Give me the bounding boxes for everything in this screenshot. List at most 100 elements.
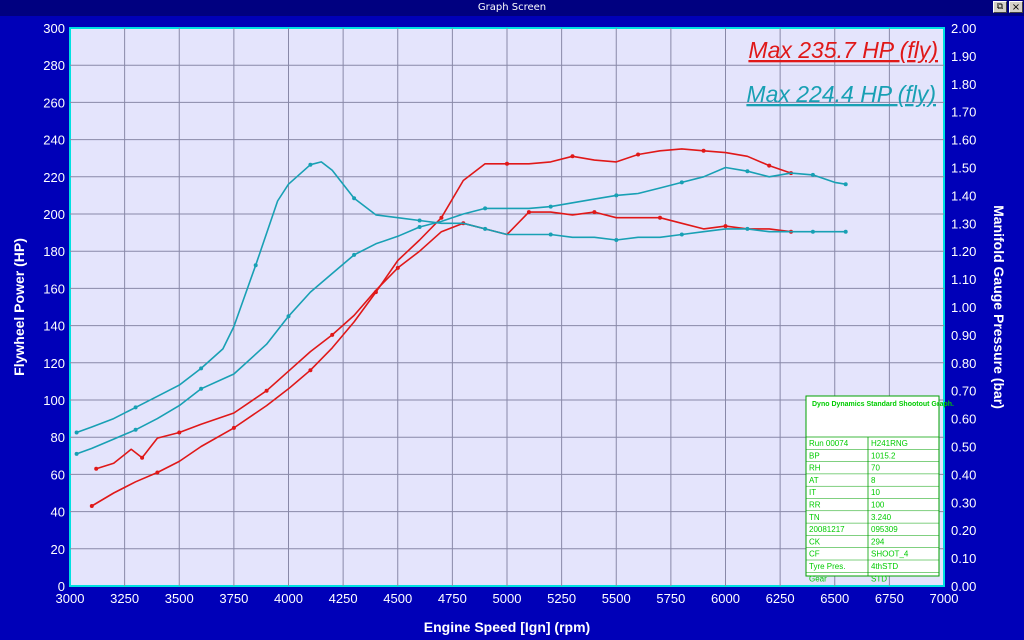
- info-value: 3.240: [871, 513, 892, 522]
- series-point: [308, 368, 313, 373]
- y-tick-label: 240: [43, 133, 65, 148]
- y2-tick-label: 0.20: [951, 523, 976, 538]
- series-point: [548, 232, 553, 237]
- series-point: [140, 455, 145, 460]
- y-tick-label: 220: [43, 170, 65, 185]
- series-point: [592, 210, 597, 215]
- series-point: [548, 204, 553, 209]
- y2-tick-label: 1.30: [951, 216, 976, 231]
- info-key: Tyre Pres.: [809, 562, 845, 571]
- y2-tick-label: 0.60: [951, 412, 976, 427]
- info-value: 10: [871, 488, 880, 497]
- y-tick-label: 60: [51, 467, 65, 482]
- series-point: [417, 225, 422, 229]
- series-point: [701, 148, 706, 153]
- info-value: 100: [871, 501, 885, 510]
- y2-tick-label: 1.70: [951, 105, 976, 120]
- series-point: [843, 229, 848, 234]
- series-point: [417, 218, 422, 223]
- y-tick-label: 0: [58, 579, 65, 594]
- info-key: AT: [809, 476, 819, 485]
- series-point: [745, 226, 750, 231]
- info-value: STD: [871, 574, 887, 583]
- series-point: [658, 215, 662, 220]
- series-point: [439, 215, 444, 220]
- info-key: IT: [809, 488, 816, 497]
- y-tick-label: 140: [43, 319, 65, 334]
- info-value: 095309: [871, 525, 898, 534]
- y-tick-label: 120: [43, 356, 65, 371]
- x-tick-label: 3750: [219, 591, 248, 606]
- x-tick-label: 3250: [110, 591, 139, 606]
- x-tick-label: 6000: [711, 591, 740, 606]
- series-point: [133, 427, 138, 432]
- series-point: [810, 172, 815, 177]
- y-tick-label: 180: [43, 244, 65, 259]
- y-axis-label: Flywheel Power (HP): [11, 238, 27, 376]
- x-tick-label: 4250: [329, 591, 358, 606]
- series-point: [505, 161, 509, 166]
- series-point: [199, 366, 204, 371]
- x-tick-label: 5500: [602, 591, 631, 606]
- y-tick-label: 160: [43, 281, 65, 296]
- series-point: [843, 182, 848, 187]
- x-axis-label: Engine Speed [Ign] (rpm): [424, 619, 590, 635]
- series-point: [264, 388, 269, 393]
- series-point: [352, 252, 357, 257]
- series-point: [636, 152, 641, 157]
- series-point: [614, 238, 619, 242]
- y2-tick-label: 1.40: [951, 188, 976, 203]
- series-point: [723, 224, 728, 229]
- series-point: [767, 163, 772, 168]
- info-key: Gear: [809, 574, 827, 583]
- y2-tick-label: 0.10: [951, 551, 976, 566]
- series-point: [231, 425, 236, 430]
- series-point: [155, 470, 160, 475]
- x-tick-label: 3500: [165, 591, 194, 606]
- info-key: CF: [809, 550, 820, 559]
- series-point: [199, 386, 204, 391]
- series-point: [614, 193, 619, 198]
- max-teal-annotation: Max 224.4 HP (fly): [746, 81, 936, 107]
- x-tick-label: 5750: [656, 591, 685, 606]
- series-point: [352, 196, 357, 201]
- x-tick-label: 4000: [274, 591, 303, 606]
- info-box: Dyno Dynamics Standard Shootout Graph. R…: [805, 395, 954, 583]
- y2-tick-label: 1.90: [951, 49, 976, 64]
- series-point: [810, 229, 815, 234]
- info-key: RR: [809, 501, 821, 510]
- series-point: [395, 265, 400, 270]
- series-point: [526, 210, 531, 215]
- info-key: CK: [809, 537, 821, 546]
- y2-tick-label: 0.40: [951, 467, 976, 482]
- y2-tick-label: 0.50: [951, 440, 976, 455]
- series-point: [483, 226, 488, 231]
- series-point: [745, 169, 750, 174]
- info-value: 4thSTD: [871, 562, 898, 571]
- series-point: [133, 405, 138, 410]
- series-point: [308, 162, 313, 167]
- series-point: [94, 466, 99, 471]
- max-red-annotation: Max 235.7 HP (fly): [748, 37, 938, 63]
- x-tick-label: 4500: [383, 591, 412, 606]
- y2-tick-label: 1.20: [951, 244, 976, 259]
- y-tick-label: 280: [43, 58, 65, 73]
- y2-axis-label: Manifold Gauge Pressure (bar): [991, 205, 1007, 409]
- series-point: [253, 263, 258, 268]
- series-point: [570, 154, 575, 159]
- y2-tick-label: 0.30: [951, 495, 976, 510]
- title-bar: Graph Screen ⧉ ×: [0, 0, 1024, 16]
- restore-button[interactable]: ⧉: [993, 1, 1007, 13]
- series-point: [483, 206, 488, 211]
- info-value: 1015.2: [871, 451, 896, 460]
- y2-tick-label: 1.80: [951, 77, 976, 92]
- series-point: [286, 314, 291, 319]
- info-value: 8: [871, 476, 876, 485]
- y-tick-label: 20: [51, 542, 65, 557]
- y-tick-label: 80: [51, 430, 65, 445]
- window-title: Graph Screen: [477, 2, 547, 13]
- close-button[interactable]: ×: [1009, 1, 1023, 13]
- info-key: 20081217: [809, 525, 845, 534]
- info-value: 294: [871, 537, 885, 546]
- info-key: TN: [809, 513, 820, 522]
